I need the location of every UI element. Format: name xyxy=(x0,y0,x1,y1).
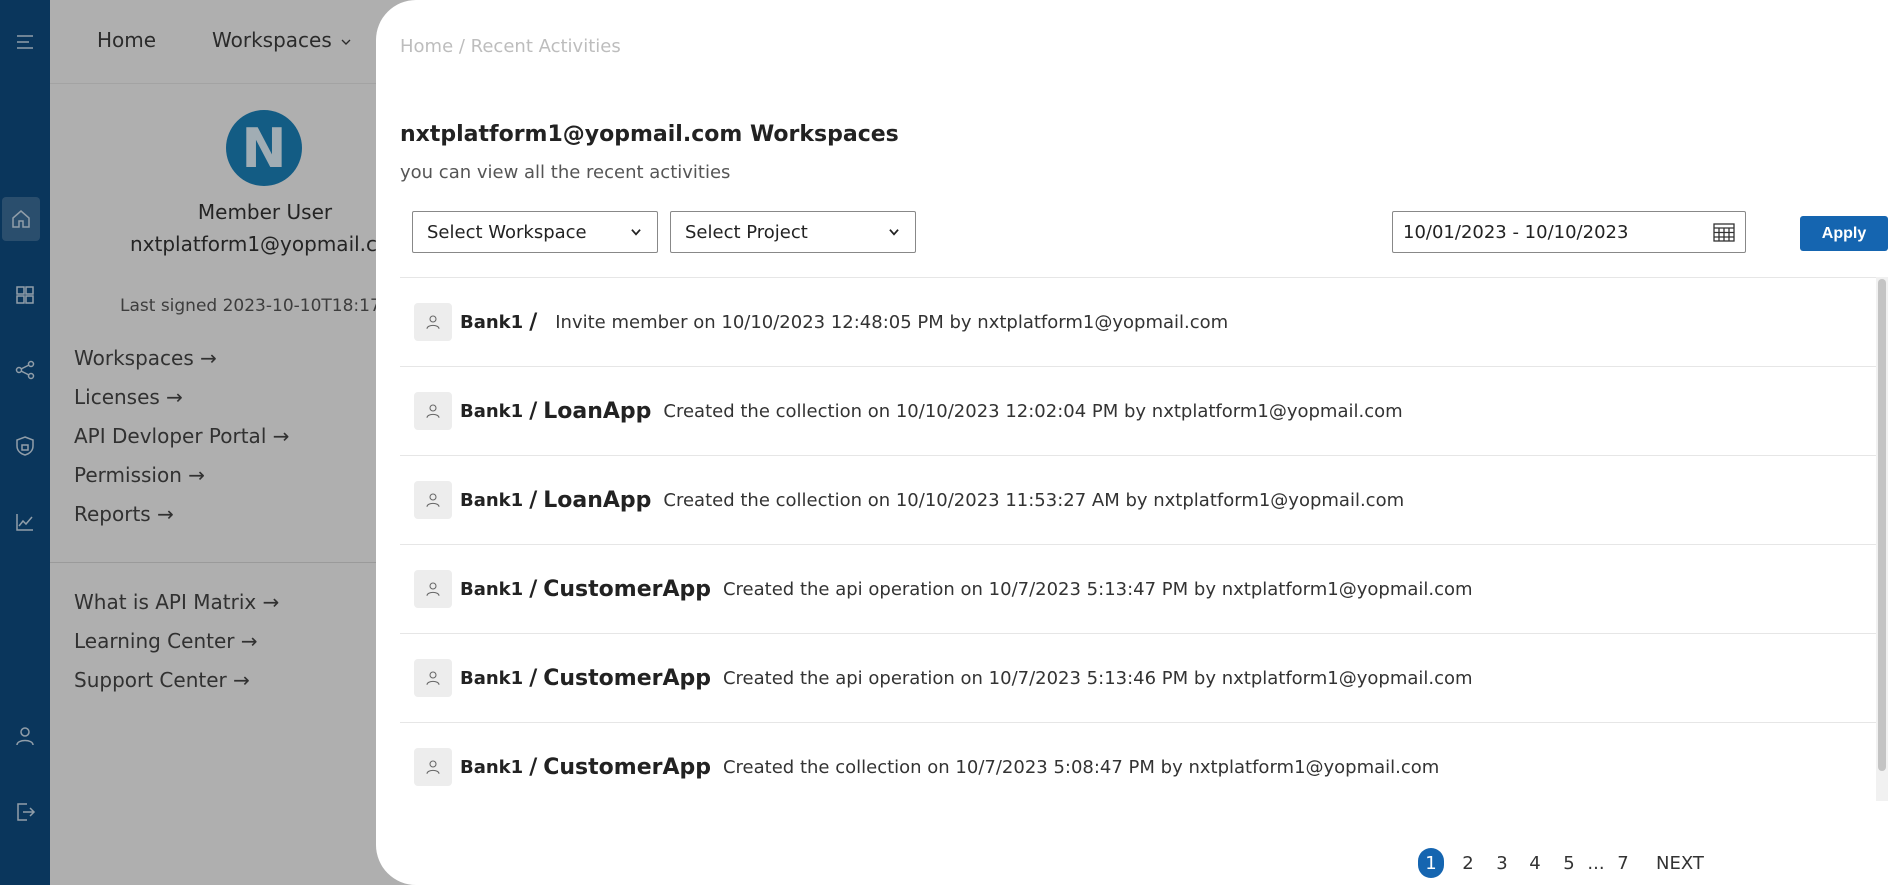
apply-button[interactable]: Apply xyxy=(1800,216,1888,251)
page-5[interactable]: 5 xyxy=(1559,848,1579,878)
page-7[interactable]: 7 xyxy=(1613,848,1633,878)
activity-project[interactable]: LoanApp xyxy=(543,399,651,424)
select-workspace[interactable]: Select Workspace xyxy=(412,211,658,253)
select-project[interactable]: Select Project xyxy=(670,211,916,253)
activity-text: Invite member on 10/10/2023 12:48:05 PM … xyxy=(555,311,1229,333)
chevron-down-icon xyxy=(889,229,899,236)
activity-text: Created the collection on 10/10/2023 12:… xyxy=(663,400,1403,422)
recent-activities-panel: Home / Recent Activities nxtplatform1@yo… xyxy=(376,0,1900,885)
activity-separator: / xyxy=(529,754,538,780)
activity-text: Created the api operation on 10/7/2023 5… xyxy=(722,667,1473,689)
select-project-value: Select Project xyxy=(685,221,808,243)
activity-list: Bank1 / Invite member on 10/10/2023 12:48:… xyxy=(400,277,1876,801)
pagination: 1 2 3 4 5... 7 NEXT xyxy=(376,848,1900,880)
date-range-value: 10/01/2023 - 10/10/2023 xyxy=(1403,221,1629,243)
user-icon xyxy=(414,392,452,430)
activity-workspace[interactable]: Bank1 xyxy=(460,312,523,333)
select-workspace-value: Select Workspace xyxy=(427,221,587,243)
activity-separator: / xyxy=(529,665,538,691)
page-4[interactable]: 4 xyxy=(1525,848,1545,878)
page-2[interactable]: 2 xyxy=(1458,848,1478,878)
user-icon xyxy=(414,748,452,786)
activity-workspace[interactable]: Bank1 xyxy=(460,579,523,600)
activity-row[interactable]: Bank1 /CustomerApp Created the api operati… xyxy=(400,545,1876,634)
chevron-down-icon xyxy=(631,229,641,236)
page-3[interactable]: 3 xyxy=(1492,848,1512,878)
scrollbar-thumb[interactable] xyxy=(1878,279,1886,771)
user-icon xyxy=(414,481,452,519)
activity-project[interactable]: LoanApp xyxy=(543,488,651,513)
activity-separator: / xyxy=(529,576,538,602)
breadcrumb[interactable]: Home / Recent Activities xyxy=(400,36,621,57)
activity-separator: / xyxy=(529,309,538,335)
activity-row[interactable]: Bank1 /LoanApp Created the collection on 1… xyxy=(400,456,1876,545)
activity-project[interactable]: CustomerApp xyxy=(543,666,711,691)
activity-workspace[interactable]: Bank1 xyxy=(460,401,523,422)
activity-project[interactable]: CustomerApp xyxy=(543,577,711,602)
user-icon xyxy=(414,303,452,341)
activity-text: Created the collection on 10/7/2023 5:08… xyxy=(722,756,1440,778)
activity-row[interactable]: Bank1 /CustomerApp Created the collection … xyxy=(400,723,1876,801)
activity-workspace[interactable]: Bank1 xyxy=(460,757,523,778)
scrollbar[interactable] xyxy=(1876,277,1888,801)
user-icon xyxy=(414,659,452,697)
activity-separator: / xyxy=(529,398,538,424)
activity-project[interactable]: CustomerApp xyxy=(543,755,711,780)
page-title: nxtplatform1@yopmail.com Workspaces xyxy=(400,122,899,147)
calendar-icon[interactable] xyxy=(1713,222,1735,242)
user-icon xyxy=(414,570,452,608)
activity-workspace[interactable]: Bank1 xyxy=(460,668,523,689)
next-page-button[interactable]: NEXT xyxy=(1656,848,1704,878)
activity-row[interactable]: Bank1 / Invite member on 10/10/2023 12:48:… xyxy=(400,278,1876,367)
page-1[interactable]: 1 xyxy=(1418,848,1444,878)
activity-row[interactable]: Bank1 /CustomerApp Created the api operati… xyxy=(400,634,1876,723)
activity-separator: / xyxy=(529,487,538,513)
activity-text: Created the collection on 10/10/2023 11:… xyxy=(663,489,1405,511)
page-subtitle: you can view all the recent activities xyxy=(400,162,731,183)
activity-row[interactable]: Bank1 /LoanApp Created the collection on 1… xyxy=(400,367,1876,456)
activity-text: Created the api operation on 10/7/2023 5… xyxy=(722,578,1473,600)
page-ellipsis: ... xyxy=(1587,852,1605,874)
activity-workspace[interactable]: Bank1 xyxy=(460,490,523,511)
date-range-input[interactable]: 10/01/2023 - 10/10/2023 xyxy=(1392,211,1746,253)
